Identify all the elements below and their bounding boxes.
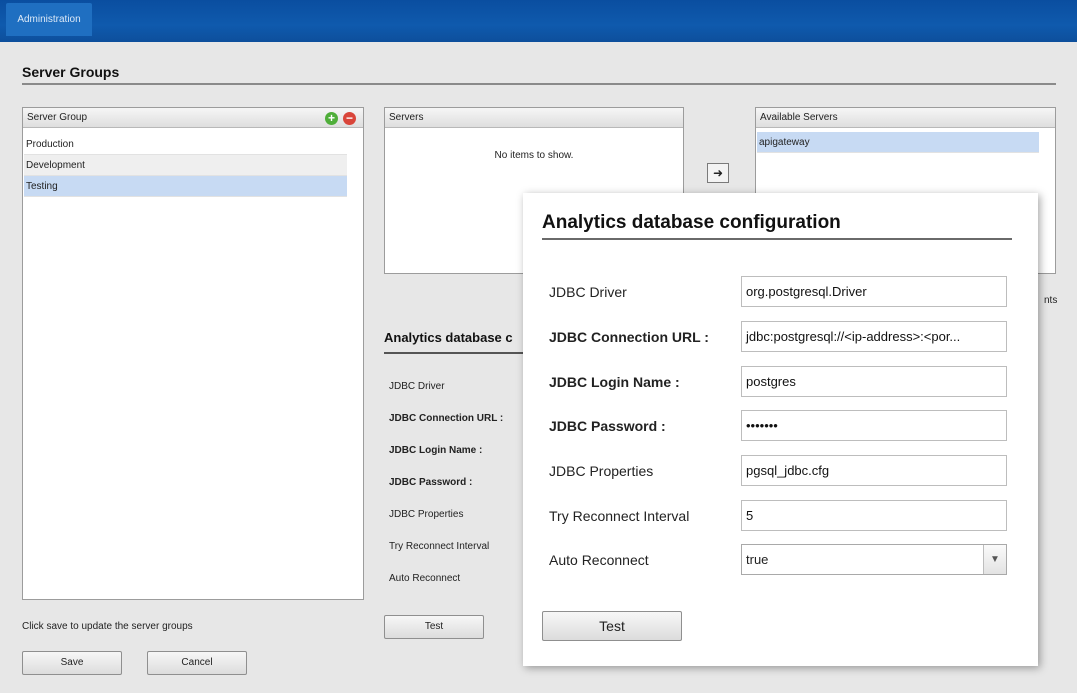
chevron-down-icon[interactable]: ▼ <box>983 545 1006 574</box>
label-auto-reconnect: Auto Reconnect <box>549 552 649 568</box>
bg-label-properties: JDBC Properties <box>389 509 464 520</box>
label-jdbc-properties: JDBC Properties <box>549 463 654 479</box>
page-title: Server Groups <box>22 64 120 80</box>
server-group-item[interactable]: Development <box>24 155 347 176</box>
servers-header: Servers <box>385 108 683 128</box>
auto-reconnect-select[interactable]: true ▼ <box>741 544 1007 575</box>
dialog-divider <box>542 238 1012 240</box>
background-form-divider <box>384 352 524 354</box>
server-group-panel: Server Group + − Production Development … <box>22 107 364 600</box>
jdbc-password-input[interactable]: ••••••• <box>741 410 1007 441</box>
auto-reconnect-value: true <box>746 552 769 567</box>
server-group-header: Server Group + − <box>23 108 363 128</box>
server-group-header-label: Server Group <box>27 112 88 123</box>
background-form-title: Analytics database c <box>384 330 513 345</box>
partial-label: nts <box>1044 295 1058 306</box>
label-jdbc-password: JDBC Password : <box>549 418 666 434</box>
bg-label-login-name: JDBC Login Name : <box>389 445 483 456</box>
bg-label-password: JDBC Password : <box>389 477 473 488</box>
bg-test-button[interactable]: Test <box>384 615 484 639</box>
label-jdbc-connection-url: JDBC Connection URL : <box>549 329 709 345</box>
jdbc-connection-url-input[interactable]: jdbc:postgresql://<ip-address>:<por... <box>741 321 1007 352</box>
try-reconnect-interval-input[interactable]: 5 <box>741 500 1007 531</box>
remove-icon[interactable]: − <box>343 112 356 125</box>
label-jdbc-login-name: JDBC Login Name : <box>549 374 680 390</box>
bg-label-connection-url: JDBC Connection URL : <box>389 413 504 424</box>
arrow-right-icon: ➜ <box>712 166 724 180</box>
add-icon[interactable]: + <box>325 112 338 125</box>
cancel-button[interactable]: Cancel <box>147 651 247 675</box>
move-right-button[interactable]: ➜ <box>707 163 729 183</box>
bg-label-reconnect-interval: Try Reconnect Interval <box>389 541 490 552</box>
jdbc-driver-input[interactable]: org.postgresql.Driver <box>741 276 1007 307</box>
dialog-test-button[interactable]: Test <box>542 611 682 641</box>
title-divider <box>22 83 1056 85</box>
top-bar <box>0 0 1077 42</box>
save-hint: Click save to update the server groups <box>22 621 193 632</box>
analytics-config-dialog: Analytics database configuration JDBC Dr… <box>523 193 1038 666</box>
available-server-item[interactable]: apigateway <box>757 132 1039 153</box>
bg-label-jdbc-driver: JDBC Driver <box>389 381 445 392</box>
label-try-reconnect-interval: Try Reconnect Interval <box>549 508 690 524</box>
bg-label-auto-reconnect: Auto Reconnect <box>389 573 461 584</box>
jdbc-login-name-input[interactable]: postgres <box>741 366 1007 397</box>
available-servers-header: Available Servers <box>756 108 1055 128</box>
server-group-item[interactable]: Production <box>24 134 347 155</box>
servers-empty-message: No items to show. <box>494 150 574 161</box>
tab-administration[interactable]: Administration <box>6 3 92 36</box>
save-button[interactable]: Save <box>22 651 122 675</box>
jdbc-properties-input[interactable]: pgsql_jdbc.cfg <box>741 455 1007 486</box>
server-group-item-selected[interactable]: Testing <box>24 176 347 197</box>
dialog-title: Analytics database configuration <box>542 212 841 233</box>
label-jdbc-driver: JDBC Driver <box>549 284 627 300</box>
